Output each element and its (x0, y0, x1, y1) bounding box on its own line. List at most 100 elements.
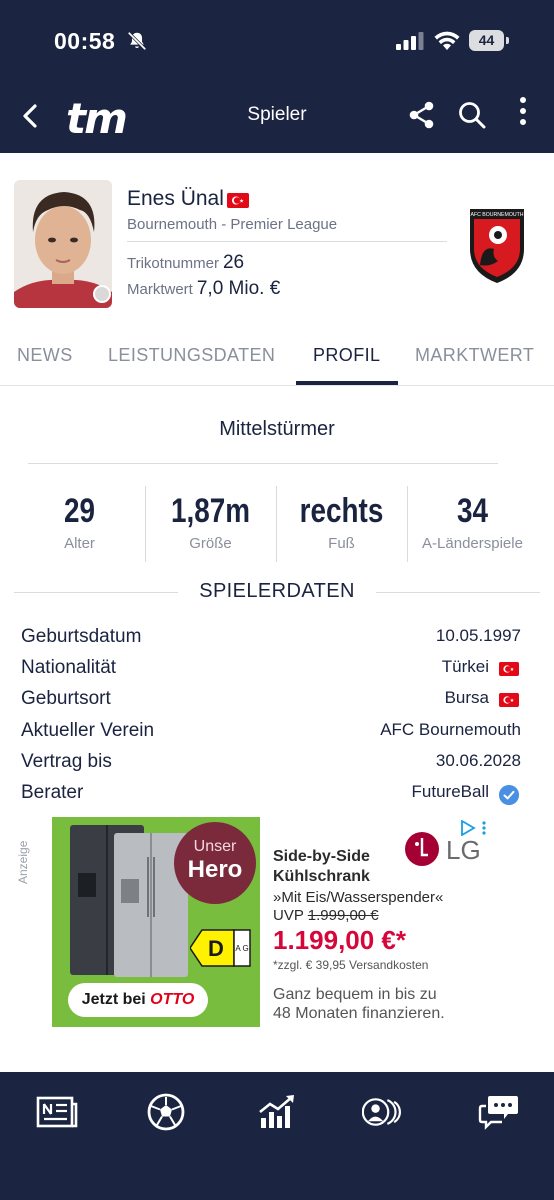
data-value[interactable]: AFC Bournemouth (380, 720, 521, 740)
player-position: Mittelstürmer (219, 418, 335, 440)
stat-value: rechts (299, 492, 384, 530)
tab-bar: NEWS LEISTUNGSDATEN PROFIL MARKTWERT (0, 328, 554, 386)
ad-finance-1: Ganz bequem in bis zu (273, 986, 437, 1003)
data-key: Berater (21, 781, 84, 803)
top-bar: 00:58 44 tm Spieler (0, 0, 554, 153)
stat-foot: rechts Fuß (276, 486, 407, 562)
divider (376, 592, 540, 593)
stat-value: 1,87m (170, 492, 251, 530)
battery-nub (506, 37, 509, 44)
player-data-list: Geburtsdatum 10.05.1997 Nationalität Tür… (21, 622, 521, 809)
player-club-league[interactable]: Bournemouth - Premier League (127, 216, 337, 233)
bell-slash-icon (127, 31, 147, 51)
data-value: 10.05.1997 (435, 626, 521, 645)
ad-label: Anzeige (16, 840, 30, 884)
stat-label: Größe (189, 535, 232, 552)
tab-marktwert[interactable]: MARKTWERT (415, 345, 534, 366)
data-value[interactable]: FutureBall (412, 782, 489, 802)
market-value: 7,0 Mio. € (196, 278, 281, 299)
data-row-birthdate: Geburtsdatum 10.05.1997 (21, 622, 521, 653)
energy-class: D (208, 936, 224, 961)
stat-label: A-Länderspiele (422, 535, 523, 552)
advertisement-banner[interactable]: Unser Hero D A G Jetzt bei OTTO Side-by-… (52, 817, 502, 1027)
app-header: tm Spieler (0, 88, 554, 144)
ad-headline-1: Side-by-Side (273, 848, 370, 865)
club-crest-icon[interactable]: AFC BOURNEMOUTH (466, 205, 528, 285)
shirt-number: 26 (222, 252, 245, 273)
tab-profil[interactable]: PROFIL (313, 345, 380, 366)
data-key: Geburtsort (21, 688, 111, 710)
ad-uvp: UVP 1.999,00 € (273, 907, 379, 924)
ad-uvp-label: UVP (273, 907, 304, 924)
data-value: 30.06.2028 (435, 750, 521, 770)
shirt-number-row: Trikotnummer 26 (127, 252, 244, 274)
bottom-navigation (0, 1072, 554, 1200)
status-time: 00:58 (54, 28, 116, 54)
ad-finance-2: 48 Monaten finanzieren. (273, 1005, 445, 1022)
more-icon[interactable] (516, 96, 530, 128)
crest-text: AFC BOURNEMOUTH (470, 212, 523, 218)
energy-scale: A G (235, 944, 248, 953)
ad-price: 1.199,00 €* (273, 925, 407, 955)
stats-chart-icon[interactable] (255, 1092, 299, 1132)
signal-icon (396, 32, 424, 50)
ad-uvp-price: 1.999,00 € (307, 907, 379, 924)
players-icon[interactable] (362, 1092, 406, 1132)
share-icon[interactable] (408, 100, 436, 130)
ad-subline: »Mit Eis/Wasserspender« (273, 889, 444, 906)
wifi-icon (434, 31, 460, 50)
section-header: SPIELERDATEN (0, 578, 554, 608)
ad-headline-2: Kühlschrank (273, 868, 370, 885)
divider (127, 241, 447, 242)
shirt-number-label: Trikotnummer (127, 255, 219, 272)
zoom-icon[interactable] (93, 285, 111, 303)
ad-hero-line2: Hero (187, 856, 243, 883)
data-row-agent[interactable]: Berater FutureBall (21, 778, 521, 809)
data-key: Geburtsdatum (21, 626, 142, 647)
energy-label-icon: D A G (190, 929, 251, 967)
stats-row: 29 Alter 1,87m Größe rechts Fuß 34 A-Län… (14, 486, 540, 562)
ad-cta-button[interactable]: Jetzt bei OTTO (68, 983, 208, 1017)
active-tab-indicator (296, 381, 398, 385)
stat-label: Alter (64, 535, 95, 552)
stat-height: 1,87m Größe (145, 486, 276, 562)
chat-icon[interactable] (478, 1092, 522, 1132)
data-row-birthplace: Geburtsort Bursa (21, 684, 521, 715)
ad-cta-prefix: Jetzt bei (81, 991, 146, 1008)
tab-leistungsdaten[interactable]: LEISTUNGSDATEN (108, 345, 275, 366)
market-value-label: Marktwert (127, 281, 193, 298)
ad-finance: Ganz bequem in bis zu 48 Monaten finanzi… (273, 985, 445, 1023)
turkey-flag-icon (499, 662, 519, 677)
news-icon[interactable] (34, 1092, 78, 1132)
lg-logo-icon: LG (405, 832, 481, 866)
data-value: Bursa (444, 688, 489, 708)
ad-headline: Side-by-Side Kühlschrank (273, 847, 370, 887)
battery-level: 44 (469, 30, 504, 51)
verified-icon (499, 784, 519, 805)
ad-choices-icon[interactable] (460, 820, 490, 836)
ad-hero-badge: Unser Hero (174, 822, 256, 904)
stat-label: Fuß (328, 535, 355, 552)
turkey-flag-icon (227, 193, 249, 208)
player-name: Enes Ünal (127, 187, 224, 210)
data-row-nationality: Nationalität Türkei (21, 653, 521, 684)
player-header: Enes Ünal Bournemouth - Premier League T… (0, 153, 554, 328)
divider (28, 463, 498, 464)
search-icon[interactable] (457, 100, 487, 130)
ad-hero-line1: Unser (193, 838, 237, 855)
data-key: Nationalität (21, 657, 117, 679)
stat-age: 29 Alter (14, 486, 145, 562)
stat-value: 29 (63, 492, 96, 530)
data-row-current-club[interactable]: Aktueller Verein AFC Bournemouth (21, 716, 521, 747)
turkey-flag-icon (499, 693, 519, 708)
data-key: Vertrag bis (21, 750, 112, 772)
data-key: Aktueller Verein (21, 719, 155, 741)
tab-news[interactable]: NEWS (17, 345, 73, 366)
market-value-row[interactable]: Marktwert 7,0 Mio. € (127, 278, 280, 300)
status-bar: 00:58 44 (0, 0, 554, 80)
battery-icon: 44 (469, 30, 509, 52)
football-icon[interactable] (144, 1092, 188, 1132)
stat-caps[interactable]: 34 A-Länderspiele (407, 486, 538, 562)
data-row-contract: Vertrag bis 30.06.2028 (21, 747, 521, 778)
stat-value: 34 (456, 492, 489, 530)
